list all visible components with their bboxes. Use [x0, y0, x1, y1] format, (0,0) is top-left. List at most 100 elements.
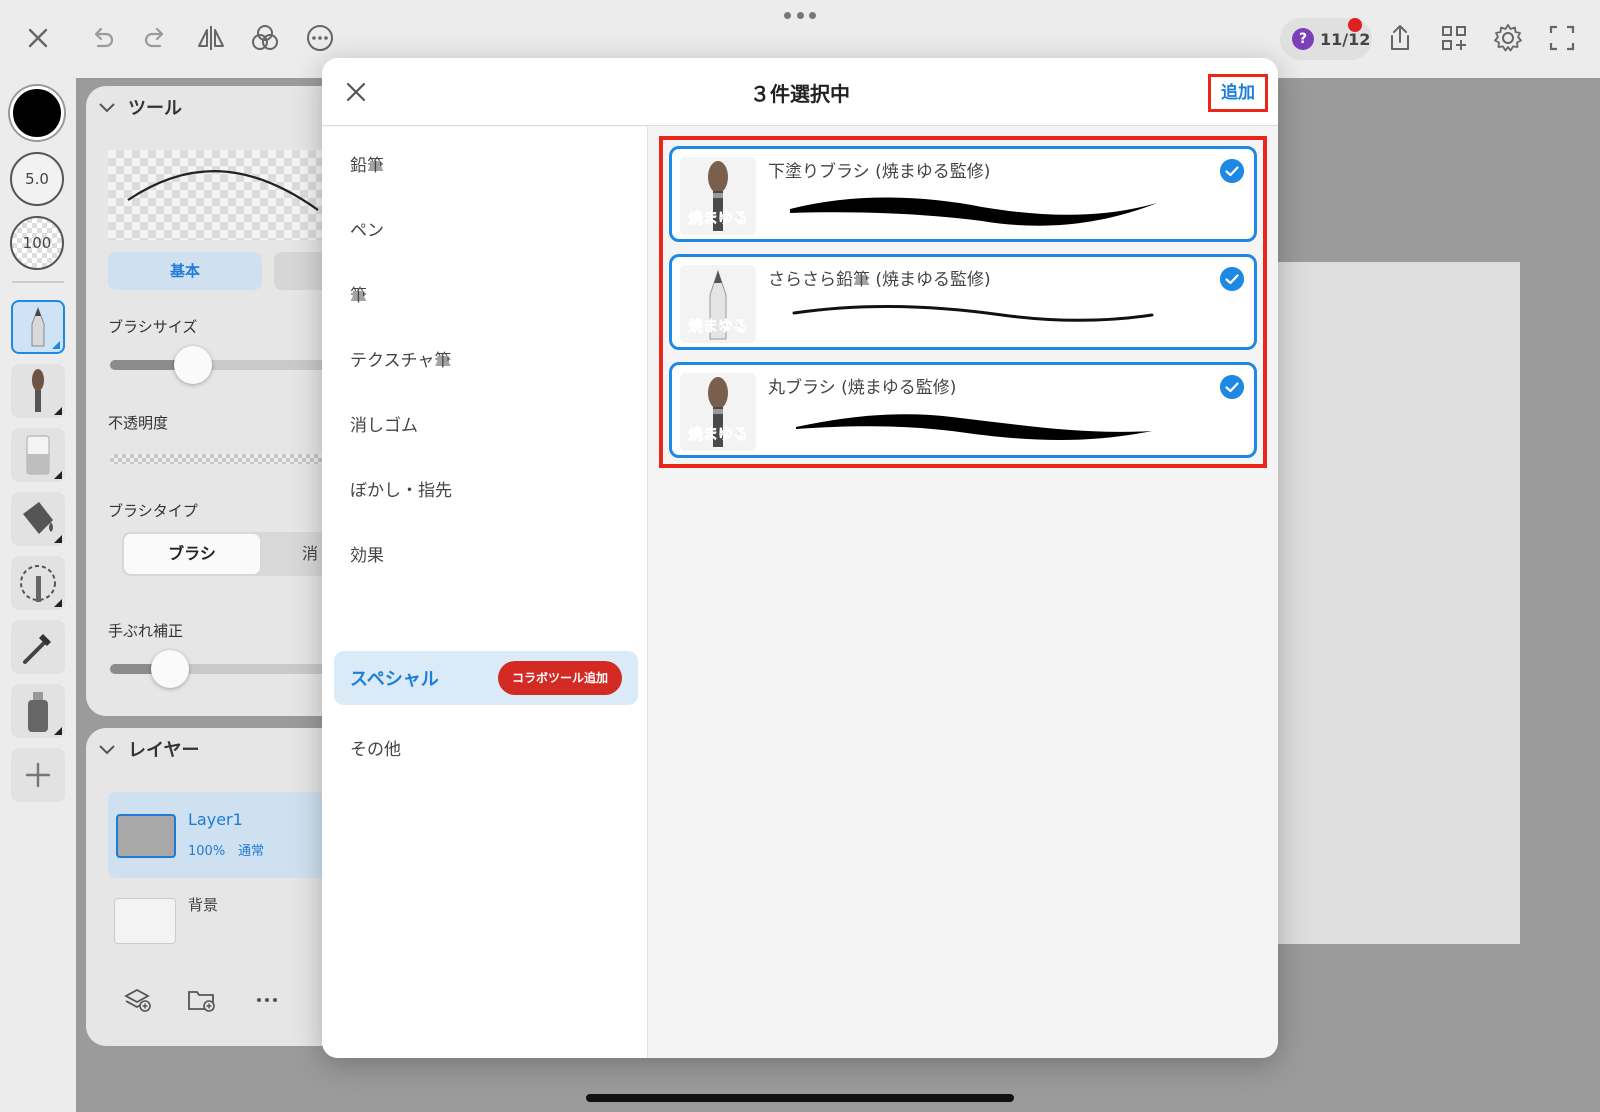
check-icon[interactable]: [1220, 267, 1244, 291]
category-pen[interactable]: ペン: [350, 216, 384, 241]
category-special-label: スペシャル: [350, 669, 439, 690]
tool-eyedropper[interactable]: [11, 620, 65, 674]
tool-eraser[interactable]: [11, 428, 65, 482]
add-layer-icon[interactable]: [122, 984, 152, 1014]
brush-type-segment: ブラシ 消: [122, 532, 352, 576]
brush-size-slider[interactable]: [110, 346, 340, 384]
blend-icon[interactable]: [249, 22, 281, 54]
collab-badge: コラボツール追加: [498, 661, 622, 695]
add-button[interactable]: 追加: [1208, 74, 1268, 112]
category-brush[interactable]: 筆: [350, 281, 367, 306]
check-icon[interactable]: [1220, 375, 1244, 399]
more-icon[interactable]: [252, 984, 282, 1014]
layer-thumbnail: [114, 898, 176, 944]
brush-stroke-preview: [792, 304, 1154, 322]
question-icon: ?: [1292, 28, 1314, 50]
brush-stroke-preview: [790, 197, 1157, 226]
tool-bucket[interactable]: [11, 492, 65, 546]
opacity-slider[interactable]: [110, 454, 340, 464]
brush-card[interactable]: 焼まゆる さらさら鉛筆 (焼まゆる監修): [669, 254, 1257, 350]
help-count: 11/12: [1320, 29, 1371, 49]
fullscreen-icon[interactable]: [1546, 22, 1578, 54]
category-blur[interactable]: ぼかし・指先: [350, 476, 452, 501]
stabilizer-label: 手ぶれ補正: [108, 622, 184, 640]
stabilizer-knob[interactable]: [150, 650, 189, 688]
brush-card[interactable]: 焼まゆる 下塗りブラシ (焼まゆる監修): [669, 146, 1257, 242]
brush-type-brush[interactable]: ブラシ: [124, 534, 260, 574]
opacity-label: 不透明度: [108, 414, 169, 432]
flip-icon[interactable]: [195, 22, 227, 54]
tool-pencil[interactable]: [11, 300, 65, 354]
logo-text: 焼まゆる: [688, 425, 748, 443]
tool-spray[interactable]: [11, 684, 65, 738]
eyedropper-icon: [23, 634, 51, 664]
more-icon[interactable]: [304, 22, 336, 54]
category-texture-brush[interactable]: テクスチャ筆: [350, 346, 451, 371]
plus-icon: [25, 762, 51, 788]
brush-name: 下塗りブラシ (焼まゆる監修): [768, 162, 991, 182]
opacity-button[interactable]: 100: [10, 216, 64, 270]
selected-brushes-frame: 焼まゆる 下塗りブラシ (焼まゆる監修) 焼まゆる さらさら鉛筆 (焼まゆる監修…: [659, 136, 1267, 468]
tool-selection[interactable]: [11, 556, 65, 610]
notification-dot: [1348, 18, 1362, 32]
dialog-header: ３件選択中 追加: [322, 58, 1278, 126]
divider: [12, 281, 64, 283]
category-special[interactable]: スペシャル コラボツール追加: [334, 651, 638, 705]
brush-add-dialog: ３件選択中 追加 鉛筆 ペン 筆 テクスチャ筆 消しゴム ぼかし・指先 効果 ス…: [322, 58, 1278, 1058]
brush-name: さらさら鉛筆 (焼まゆる監修): [768, 270, 991, 290]
category-list: 鉛筆 ペン 筆 テクスチャ筆 消しゴム ぼかし・指先 効果 スペシャル コラボツ…: [322, 127, 648, 1058]
stroke-preview-curve: [127, 170, 319, 211]
category-other[interactable]: その他: [350, 735, 401, 760]
brush-size-label: ブラシサイズ: [108, 318, 198, 336]
brush-thumbnail: 焼まゆる: [680, 373, 756, 451]
category-pencil[interactable]: 鉛筆: [350, 151, 384, 176]
layer-panel-title: レイヤー: [128, 740, 200, 761]
drag-grip[interactable]: [784, 12, 816, 22]
layer-panel-header[interactable]: レイヤー: [96, 736, 199, 762]
undo-icon[interactable]: [86, 22, 118, 54]
brush-type-eraser[interactable]: 消: [302, 534, 318, 574]
check-icon[interactable]: [1220, 159, 1244, 183]
dialog-title: ３件選択中: [750, 82, 850, 106]
brush-size-button[interactable]: 5.0: [10, 152, 64, 206]
grid-add-icon[interactable]: [1438, 22, 1470, 54]
gear-icon[interactable]: [1492, 22, 1524, 54]
layer-name: 背景: [188, 896, 219, 914]
category-eraser[interactable]: 消しゴム: [350, 411, 418, 436]
brush-name: 丸ブラシ (焼まゆる監修): [768, 378, 957, 398]
canvas-paper[interactable]: [1252, 262, 1520, 944]
category-effect[interactable]: 効果: [350, 541, 384, 566]
home-indicator: [586, 1094, 1014, 1102]
tool-panel-title: ツール: [128, 98, 182, 119]
logo-text: 焼まゆる: [688, 317, 748, 335]
tab-basic[interactable]: 基本: [108, 252, 262, 290]
share-icon[interactable]: [1384, 22, 1416, 54]
chevron-down-icon: [99, 745, 115, 755]
layer-name: Layer1: [188, 810, 243, 829]
stabilizer-slider[interactable]: [110, 650, 340, 688]
brush-thumbnail: 焼まゆる: [680, 265, 756, 343]
brush-thumbnail: 焼まゆる: [680, 157, 756, 235]
add-tool-button[interactable]: [11, 748, 65, 802]
logo-text: 焼まゆる: [688, 209, 748, 227]
layer-thumbnail: [116, 814, 176, 858]
help-button[interactable]: ? 11/12: [1280, 18, 1372, 60]
brush-size-knob[interactable]: [173, 346, 212, 384]
tool-panel-header[interactable]: ツール: [96, 94, 182, 120]
brush-type-label: ブラシタイプ: [108, 502, 198, 520]
layer-row-layer1[interactable]: Layer1 100% 通常: [108, 792, 338, 878]
chevron-down-icon: [99, 103, 115, 113]
stroke-preview: [108, 150, 348, 240]
brush-logo: 焼まゆる: [688, 317, 749, 336]
layer-row-background[interactable]: 背景: [108, 890, 338, 950]
left-tool-strip: 5.0 100: [0, 78, 76, 1112]
brush-stroke-preview: [796, 414, 1152, 441]
layer-meta: 100% 通常: [188, 844, 265, 859]
add-folder-icon[interactable]: [186, 984, 216, 1014]
tool-brush[interactable]: [11, 364, 65, 418]
redo-icon[interactable]: [140, 22, 172, 54]
color-swatch[interactable]: [10, 86, 64, 140]
brush-card[interactable]: 焼まゆる 丸ブラシ (焼まゆる監修): [669, 362, 1257, 458]
close-icon[interactable]: [22, 22, 54, 54]
brush-logo: 焼まゆる: [688, 209, 749, 228]
